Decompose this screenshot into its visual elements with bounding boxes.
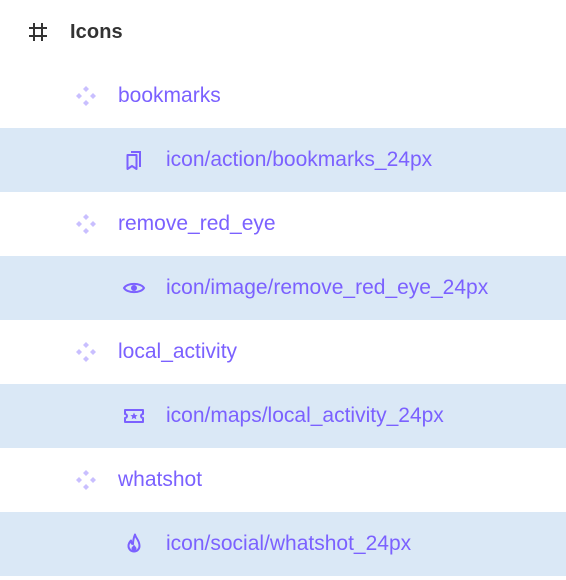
layer-frame-icons[interactable]: Icons	[0, 0, 566, 64]
instance-label: icon/social/whatshot_24px	[166, 532, 412, 555]
layer-component-local-activity[interactable]: local_activity	[0, 320, 566, 384]
layers-panel: Icons bookmarks icon/action/bookmarks_24…	[0, 0, 566, 580]
flame-icon	[122, 532, 146, 556]
layer-instance-whatshot[interactable]: icon/social/whatshot_24px	[0, 512, 566, 576]
component-diamond-icon	[74, 84, 98, 108]
layer-instance-local-activity[interactable]: icon/maps/local_activity_24px	[0, 384, 566, 448]
component-diamond-icon	[74, 340, 98, 364]
instance-label: icon/action/bookmarks_24px	[166, 148, 433, 171]
frame-label: Icons	[70, 20, 123, 43]
instance-label: icon/image/remove_red_eye_24px	[166, 276, 489, 299]
frame-hash-icon	[26, 20, 50, 44]
layer-instance-remove-red-eye[interactable]: icon/image/remove_red_eye_24px	[0, 256, 566, 320]
layer-component-whatshot[interactable]: whatshot	[0, 448, 566, 512]
component-diamond-icon	[74, 212, 98, 236]
layer-instance-bookmarks[interactable]: icon/action/bookmarks_24px	[0, 128, 566, 192]
component-label: whatshot	[118, 468, 203, 491]
ticket-icon	[122, 404, 146, 428]
bookmarks-icon	[122, 148, 146, 172]
instance-label: icon/maps/local_activity_24px	[166, 404, 444, 427]
component-label: local_activity	[118, 340, 238, 363]
component-diamond-icon	[74, 468, 98, 492]
layer-component-bookmarks[interactable]: bookmarks	[0, 64, 566, 128]
component-label: bookmarks	[118, 84, 221, 107]
component-label: remove_red_eye	[118, 212, 276, 235]
eye-icon	[122, 276, 146, 300]
layer-component-remove-red-eye[interactable]: remove_red_eye	[0, 192, 566, 256]
